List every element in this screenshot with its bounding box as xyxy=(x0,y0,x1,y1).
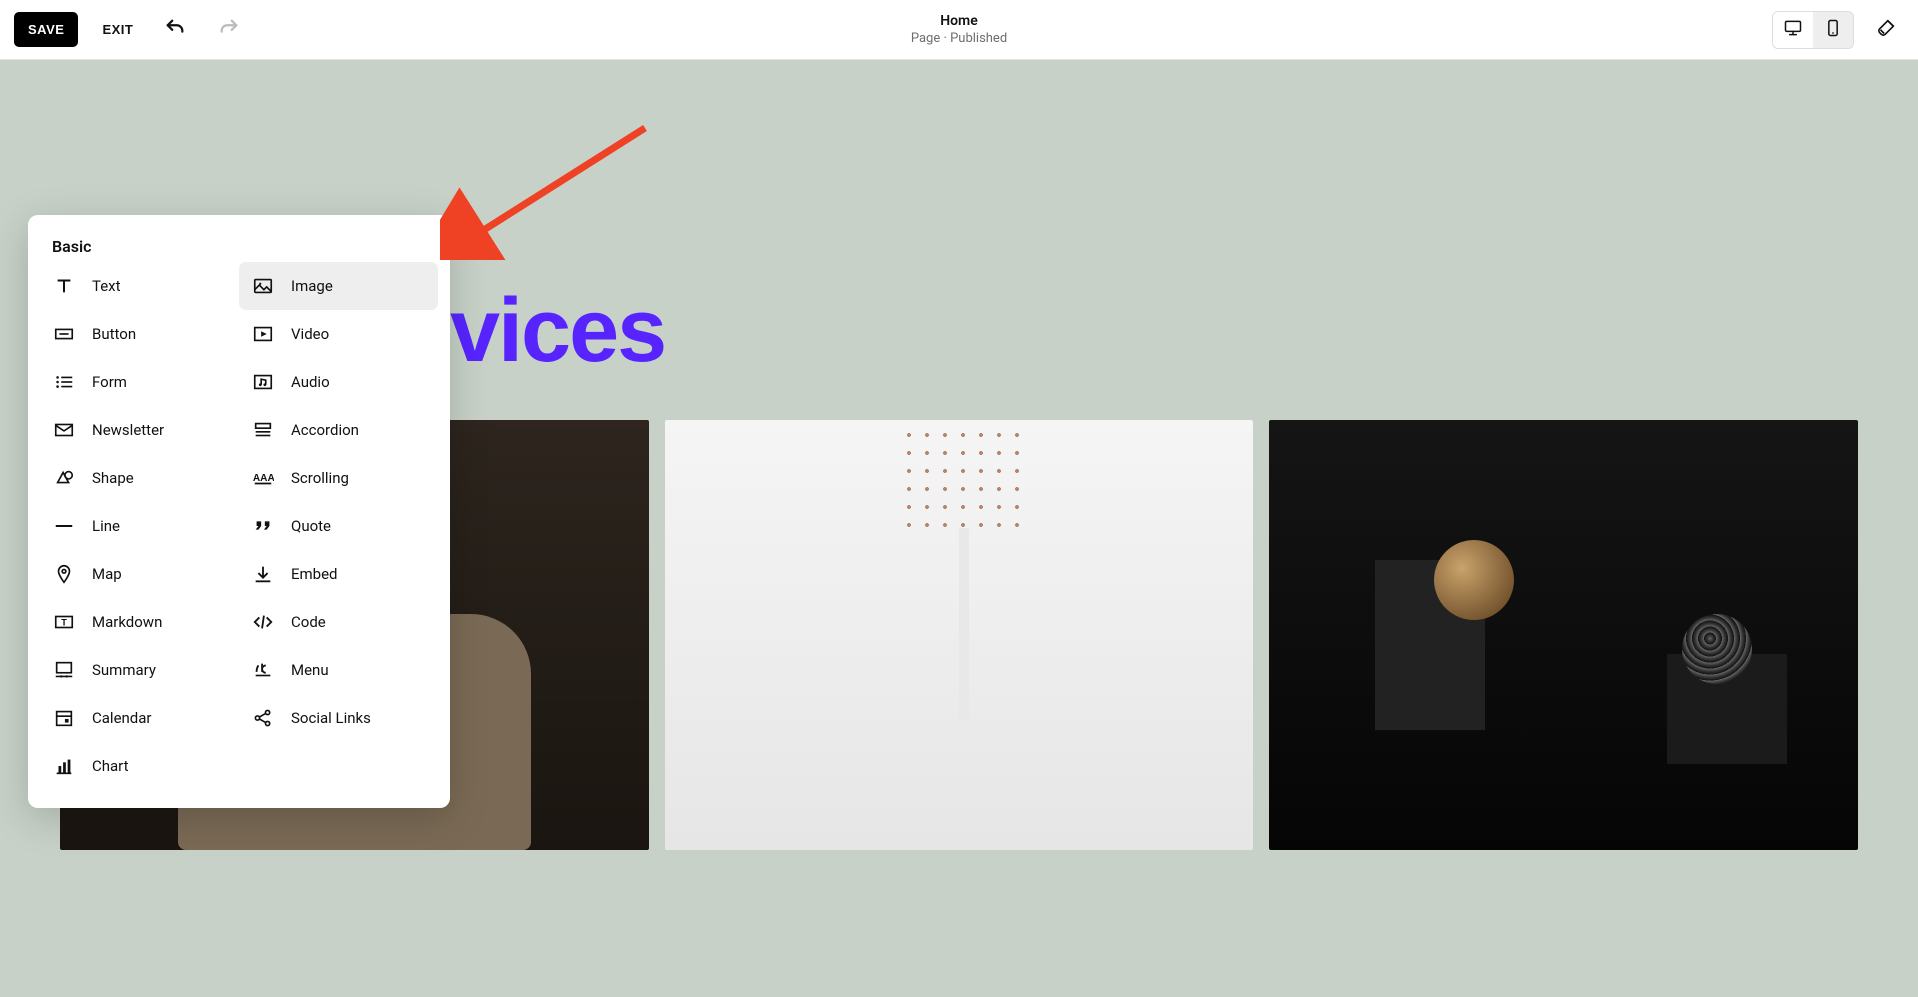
scrolling-icon: AAA xyxy=(251,466,275,490)
exit-button[interactable]: EXIT xyxy=(96,14,139,45)
undo-button[interactable] xyxy=(157,12,193,48)
page-subtitle: Page · Published xyxy=(911,31,1007,46)
calendar-icon xyxy=(52,706,76,730)
block-label: Text xyxy=(92,277,121,295)
block-option-menu[interactable]: Menu xyxy=(239,646,438,694)
quote-icon xyxy=(251,514,275,538)
block-option-form[interactable]: Form xyxy=(40,358,239,406)
styles-button[interactable] xyxy=(1868,12,1904,48)
block-label: Audio xyxy=(291,373,330,391)
button-icon xyxy=(52,322,76,346)
block-option-summary[interactable]: Summary xyxy=(40,646,239,694)
block-label: Video xyxy=(291,325,329,343)
block-label: Scrolling xyxy=(291,469,349,487)
image-icon xyxy=(251,274,275,298)
block-option-scrolling[interactable]: AAA Scrolling xyxy=(239,454,438,502)
device-mobile-button[interactable] xyxy=(1813,12,1853,48)
svg-text:T: T xyxy=(61,618,67,628)
redo-button[interactable] xyxy=(211,12,247,48)
block-option-accordion[interactable]: Accordion xyxy=(239,406,438,454)
block-label: Accordion xyxy=(291,421,359,439)
block-label: Image xyxy=(291,277,333,295)
block-option-button[interactable]: Button xyxy=(40,310,239,358)
shape-icon xyxy=(52,466,76,490)
block-label: Calendar xyxy=(92,709,152,727)
block-label: Quote xyxy=(291,517,331,535)
video-icon xyxy=(251,322,275,346)
redo-icon xyxy=(218,17,240,42)
editor-canvas[interactable]: vices Basic Text Image Button xyxy=(0,60,1918,997)
block-option-audio[interactable]: Audio xyxy=(239,358,438,406)
save-button[interactable]: SAVE xyxy=(14,12,78,47)
svg-text:AAA: AAA xyxy=(253,473,274,484)
gallery-tile[interactable] xyxy=(665,420,1254,850)
block-option-shape[interactable]: Shape xyxy=(40,454,239,502)
hero-heading[interactable]: vices xyxy=(450,280,665,383)
gallery-tile[interactable] xyxy=(1269,420,1858,850)
block-option-embed[interactable]: Embed xyxy=(239,550,438,598)
block-option-chart[interactable]: Chart xyxy=(40,742,239,790)
block-label: Newsletter xyxy=(92,421,164,439)
markdown-icon: T xyxy=(52,610,76,634)
block-picker-panel: Basic Text Image Button Video xyxy=(28,215,450,808)
block-label: Menu xyxy=(291,661,329,679)
block-option-calendar[interactable]: Calendar xyxy=(40,694,239,742)
block-option-text[interactable]: Text xyxy=(40,262,239,310)
summary-icon xyxy=(52,658,76,682)
chart-icon xyxy=(52,754,76,778)
page-title: Home xyxy=(911,13,1007,29)
block-option-quote[interactable]: Quote xyxy=(239,502,438,550)
code-icon xyxy=(251,610,275,634)
toolbar-right xyxy=(1772,11,1904,49)
block-label: Form xyxy=(92,373,127,391)
block-option-video[interactable]: Video xyxy=(239,310,438,358)
accordion-icon xyxy=(251,418,275,442)
device-toggle xyxy=(1772,11,1854,49)
block-option-markdown[interactable]: T Markdown xyxy=(40,598,239,646)
undo-icon xyxy=(164,17,186,42)
line-icon xyxy=(52,514,76,538)
block-label: Button xyxy=(92,325,136,343)
map-icon xyxy=(52,562,76,586)
device-desktop-button[interactable] xyxy=(1773,12,1813,48)
block-grid: Text Image Button Video Form xyxy=(40,262,438,790)
annotation-arrow xyxy=(440,120,660,260)
block-option-map[interactable]: Map xyxy=(40,550,239,598)
block-option-social-links[interactable]: Social Links xyxy=(239,694,438,742)
block-option-newsletter[interactable]: Newsletter xyxy=(40,406,239,454)
block-label: Map xyxy=(92,565,122,583)
block-label: Chart xyxy=(92,757,129,775)
block-label: Code xyxy=(291,613,326,631)
panel-section-title: Basic xyxy=(40,237,438,262)
form-icon xyxy=(52,370,76,394)
text-icon xyxy=(52,274,76,298)
mobile-icon xyxy=(1823,18,1843,42)
page-info: Home Page · Published xyxy=(911,13,1007,46)
block-option-code[interactable]: Code xyxy=(239,598,438,646)
block-label: Markdown xyxy=(92,613,162,631)
block-option-image[interactable]: Image xyxy=(239,262,438,310)
menu-icon xyxy=(251,658,275,682)
top-toolbar: SAVE EXIT Home Page · Published xyxy=(0,0,1918,60)
embed-icon xyxy=(251,562,275,586)
block-label: Line xyxy=(92,517,120,535)
social-icon xyxy=(251,706,275,730)
audio-icon xyxy=(251,370,275,394)
block-label: Shape xyxy=(92,469,134,487)
block-option-line[interactable]: Line xyxy=(40,502,239,550)
block-label: Social Links xyxy=(291,709,371,727)
block-label: Embed xyxy=(291,565,338,583)
block-label: Summary xyxy=(92,661,156,679)
newsletter-icon xyxy=(52,418,76,442)
toolbar-left: SAVE EXIT xyxy=(14,12,247,48)
paintbrush-icon xyxy=(1875,17,1897,43)
desktop-icon xyxy=(1783,18,1803,42)
